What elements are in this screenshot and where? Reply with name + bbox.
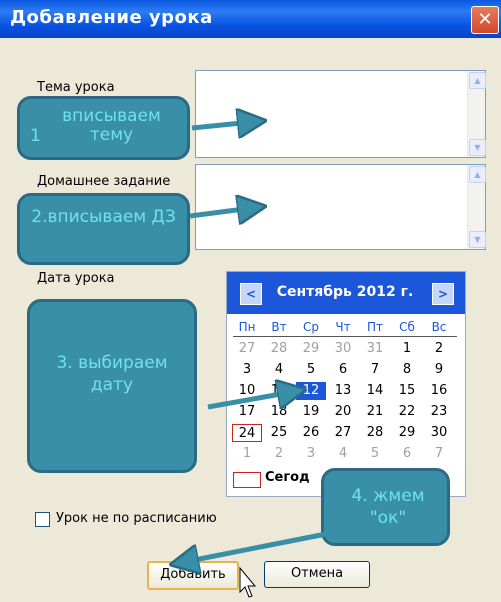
dialog-window: Добавление урока ✕ Тема урока ▲ ▼ Домашн… [0,0,501,602]
mouse-cursor-icon [239,566,257,598]
arrow-to-add-icon [184,531,327,562]
arrow-to-topic-icon [191,122,252,128]
arrow-to-date-icon [207,392,292,410]
arrow-to-homework-icon [189,208,252,216]
annotation-arrows [0,0,327,598]
